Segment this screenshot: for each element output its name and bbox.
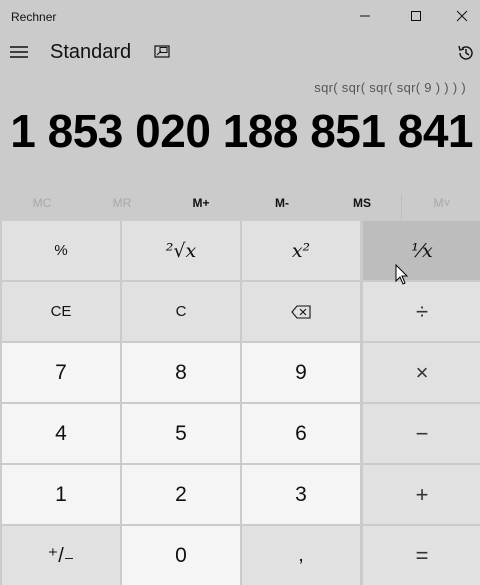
memory-store-button[interactable]: MS: [322, 186, 402, 220]
percent-button[interactable]: %: [2, 221, 120, 280]
reciprocal-button[interactable]: ¹⁄x: [363, 221, 480, 280]
clear-button[interactable]: C: [122, 282, 240, 341]
expression-display: sqr( sqr( sqr( sqr( 9 ) ) ) ): [314, 80, 466, 95]
close-button[interactable]: [439, 0, 480, 32]
keep-on-top-button[interactable]: [152, 42, 172, 62]
app-title: Rechner: [11, 10, 57, 24]
digit-8-button[interactable]: 8: [122, 343, 240, 402]
backspace-button[interactable]: [242, 282, 360, 341]
history-icon: [458, 45, 473, 60]
plus-button[interactable]: +: [363, 465, 480, 524]
memory-subtract-button[interactable]: M-: [242, 186, 322, 220]
digit-9-button[interactable]: 9: [242, 343, 360, 402]
backspace-icon: [291, 304, 311, 319]
negate-button[interactable]: ⁺/₋: [2, 526, 120, 585]
digit-4-button[interactable]: 4: [2, 404, 120, 463]
memory-recall-button[interactable]: MR: [82, 186, 162, 220]
square-root-label: ²√x: [165, 239, 197, 262]
calculator-header: Standard: [0, 32, 480, 76]
menu-button[interactable]: [9, 42, 29, 62]
multiply-button[interactable]: ×: [363, 343, 480, 402]
digit-6-button[interactable]: 6: [242, 404, 360, 463]
hamburger-icon: [10, 46, 28, 58]
clear-entry-button[interactable]: CE: [2, 282, 120, 341]
minimize-button[interactable]: [342, 0, 388, 32]
keep-on-top-icon: [154, 45, 170, 58]
square-button[interactable]: x²: [242, 221, 360, 280]
result-display: 1 853 020 188 851 841: [10, 105, 473, 157]
minus-button[interactable]: −: [363, 404, 480, 463]
digit-5-button[interactable]: 5: [122, 404, 240, 463]
square-label: x²: [291, 239, 311, 262]
digit-1-button[interactable]: 1: [2, 465, 120, 524]
mouse-cursor-icon: [395, 264, 409, 285]
memory-clear-button[interactable]: MC: [2, 186, 82, 220]
digit-0-button[interactable]: 0: [122, 526, 240, 585]
decimal-button[interactable]: ,: [242, 526, 360, 585]
title-bar: Rechner: [0, 0, 480, 32]
square-root-button[interactable]: ²√x: [122, 221, 240, 280]
digit-7-button[interactable]: 7: [2, 343, 120, 402]
divide-button[interactable]: ÷: [363, 282, 480, 341]
maximize-icon: [411, 11, 421, 21]
memory-add-button[interactable]: M+: [161, 186, 241, 220]
digit-2-button[interactable]: 2: [122, 465, 240, 524]
minimize-icon: [360, 15, 370, 17]
digit-3-button[interactable]: 3: [242, 465, 360, 524]
mode-title: Standard: [50, 41, 132, 63]
memory-row: MC MR M+ M- MS M˅: [0, 186, 480, 220]
equals-button[interactable]: =: [363, 526, 480, 585]
memory-list-button[interactable]: M˅: [402, 186, 480, 220]
close-icon: [456, 10, 468, 22]
history-button[interactable]: [455, 42, 477, 64]
maximize-button[interactable]: [393, 0, 439, 32]
reciprocal-label: ¹⁄x: [411, 239, 433, 262]
